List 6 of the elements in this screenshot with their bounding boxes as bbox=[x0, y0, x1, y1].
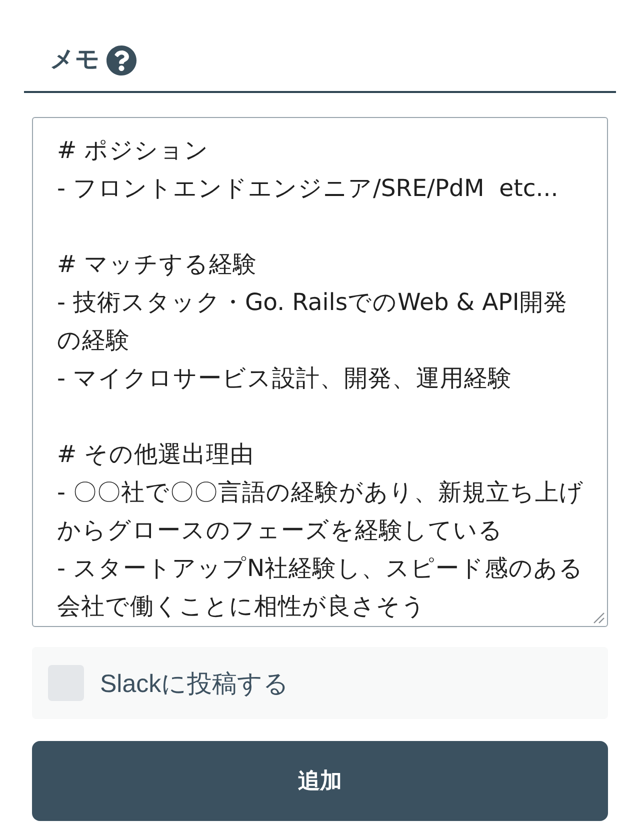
add-button[interactable]: 追加 bbox=[32, 741, 608, 821]
memo-field[interactable]: # ポジション - フロントエンドエンジニア/SRE/PdM etc... # マッチする経験 - 技術スタック・Go. RailsでのWeb & API開発の経験 - マイクロサービス設計、開発、運用経験 # その他選出理由 - 〇〇社で〇〇言語の経験があり、新規立ち上げからグロースのフェーズを経験している - スタートアップN社経験し、スピード感のある会社で働くことに相性が良さそう bbox=[32, 117, 608, 627]
section-title: メモ bbox=[50, 45, 100, 75]
help-icon[interactable] bbox=[106, 44, 137, 76]
resize-grip-icon[interactable] bbox=[593, 612, 605, 624]
checkbox-label[interactable]: Slackに投稿する bbox=[100, 666, 290, 700]
